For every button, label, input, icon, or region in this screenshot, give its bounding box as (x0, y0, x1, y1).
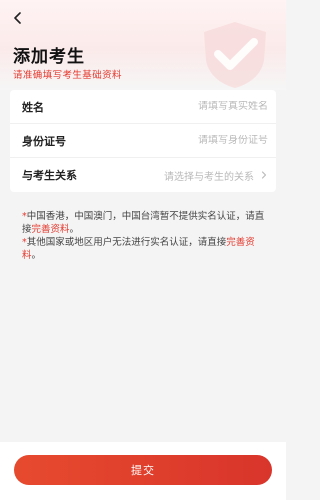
id-number-label: 身份证号 (22, 134, 66, 148)
relation-placeholder: 请选择与考生的关系 (164, 171, 254, 183)
examinee-form: 姓名 身份证号 与考生关系 请选择与考生的关系 (10, 90, 276, 192)
note2-end: 。 (31, 250, 42, 261)
shield-check-icon (204, 22, 266, 88)
page-subtitle: 请准确填写考生基础资料 (13, 70, 122, 81)
note-other-regions: *其他国家或地区用户无法进行实名认证，请直接完善资料。 (22, 236, 272, 262)
chevron-right-icon (261, 171, 267, 179)
chevron-left-icon (14, 12, 21, 24)
relation-select[interactable]: 请选择与考生的关系 (164, 168, 268, 183)
notes: *中国香港，中国澳门，中国台湾暂不提供实名认证，请直接完善资料。 *其他国家或地… (22, 210, 272, 262)
name-label: 姓名 (22, 100, 44, 114)
name-input[interactable] (118, 101, 268, 112)
back-button[interactable] (10, 10, 26, 26)
name-row: 姓名 (10, 90, 276, 124)
relation-label: 与考生关系 (22, 169, 77, 182)
note2-text: 其他国家或地区用户无法进行实名认证，请直接 (26, 237, 227, 248)
page-title: 添加考生 (13, 47, 85, 67)
complete-info-link[interactable]: 完善资料 (32, 224, 70, 235)
id-number-row: 身份证号 (10, 124, 276, 158)
relation-row[interactable]: 与考生关系 请选择与考生的关系 (10, 158, 276, 192)
id-number-input[interactable] (118, 135, 268, 146)
submit-button[interactable]: 提交 (14, 455, 272, 485)
note1-end: 。 (69, 224, 80, 235)
note-hk-macao-taiwan: *中国香港，中国澳门，中国台湾暂不提供实名认证，请直接完善资料。 (22, 210, 272, 236)
